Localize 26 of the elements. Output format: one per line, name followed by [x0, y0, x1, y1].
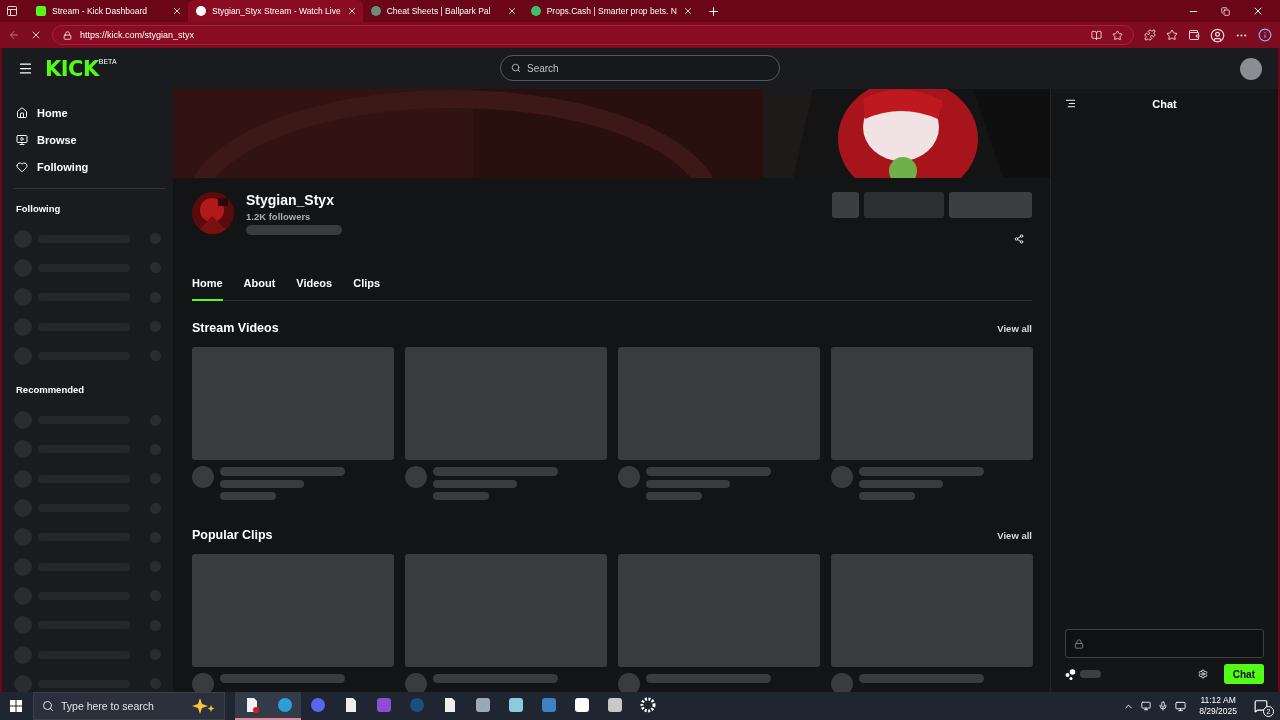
channel-tab[interactable]: Videos [296, 272, 333, 301]
browser-tab[interactable]: Stream - Kick Dashboard [28, 0, 188, 22]
browser-tab[interactable]: Stygian_Styx Stream - Watch Live [188, 0, 363, 22]
browser-tab[interactable]: Props.Cash | Smarter prop bets. N [522, 0, 699, 22]
channel-name: Stygian_Styx [246, 192, 335, 208]
kick-logo[interactable]: KICK [45, 56, 99, 81]
browser-tab[interactable]: Cheat Sheets | Ballpark Pal [362, 0, 523, 22]
view-all-link[interactable]: View all [997, 322, 1032, 334]
clock[interactable]: 11:12 AM 8/29/2025 [1199, 695, 1237, 717]
sidebar-heading: Following [16, 203, 62, 214]
sidebar-nav-item[interactable]: Home [14, 99, 165, 126]
taskbar-search-field[interactable]: Type here to search [33, 692, 225, 720]
address-field[interactable]: https://kick.com/stygian_styx [52, 25, 1134, 45]
search-field[interactable]: Search [500, 55, 780, 81]
sidebar-heading: Recommended [16, 384, 86, 396]
view-all-link[interactable]: View all [997, 529, 1032, 541]
chat-button[interactable]: Chat [1223, 664, 1264, 684]
section-title: Stream Videos [192, 321, 279, 335]
chat-title: Chat [1151, 97, 1178, 110]
channel-tab[interactable]: Clips [353, 272, 381, 301]
channel-tab[interactable]: About [243, 272, 276, 301]
sidebar-nav-item[interactable]: Browse [14, 126, 165, 153]
section-title: Popular Clips [192, 528, 273, 542]
channel-tab[interactable]: Home [192, 272, 223, 301]
follower-count: 1.2K followers [246, 211, 312, 222]
sidebar-nav-item[interactable]: Following [14, 153, 165, 180]
